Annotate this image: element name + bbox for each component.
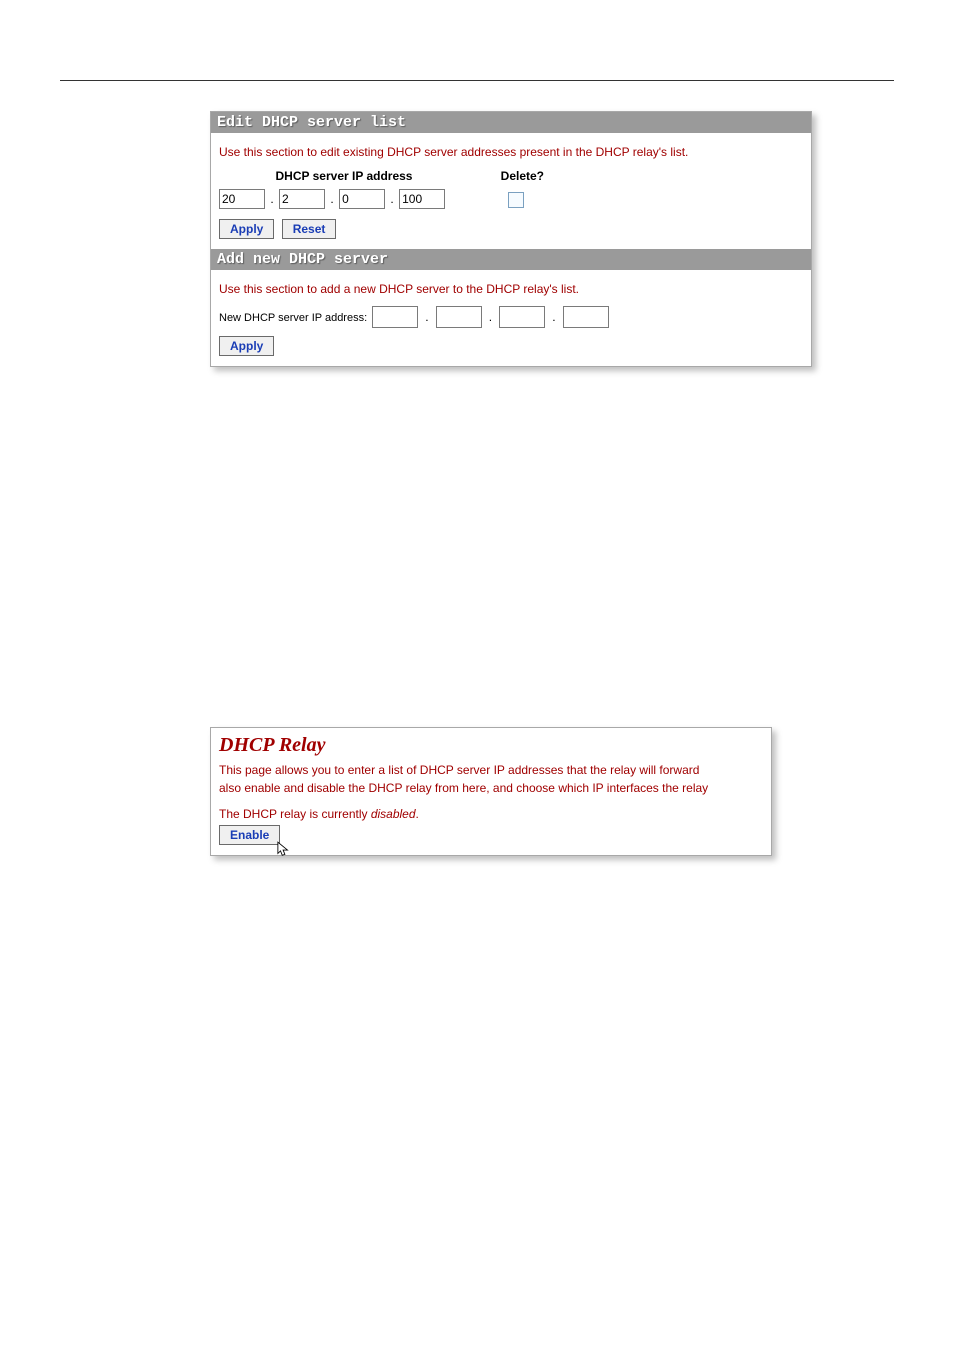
new-ip-octet-1-input[interactable] xyxy=(372,306,418,328)
add-section-header: Add new DHCP server xyxy=(211,249,811,270)
column-header-delete: Delete? xyxy=(472,169,572,183)
ip-dot: . xyxy=(552,310,555,324)
add-section-description: Use this section to add a new DHCP serve… xyxy=(219,282,803,296)
dhcp-relay-description-line2: also enable and disable the DHCP relay f… xyxy=(211,779,771,797)
new-dhcp-server-row: New DHCP server IP address: . . . xyxy=(219,306,803,328)
new-ip-octet-4-input[interactable] xyxy=(563,306,609,328)
ip-dot: . xyxy=(425,310,428,324)
dhcp-relay-title: DHCP Relay xyxy=(211,728,771,761)
edit-column-headers: DHCP server IP address Delete? xyxy=(219,169,803,183)
ip-octet-3-input[interactable] xyxy=(339,189,385,209)
edit-section-description: Use this section to edit existing DHCP s… xyxy=(219,145,803,159)
ip-dot: . xyxy=(270,192,273,206)
dhcp-server-row: . . . xyxy=(219,189,803,209)
reset-button[interactable]: Reset xyxy=(282,219,337,239)
edit-section-header: Edit DHCP server list xyxy=(211,112,811,133)
page-divider xyxy=(60,80,894,81)
edit-section-body: Use this section to edit existing DHCP s… xyxy=(211,133,811,249)
edit-button-row: Apply Reset xyxy=(219,219,803,239)
apply-button[interactable]: Apply xyxy=(219,219,274,239)
ip-octet-4-input[interactable] xyxy=(399,189,445,209)
enable-row: Enable xyxy=(211,823,771,855)
new-ip-octet-2-input[interactable] xyxy=(436,306,482,328)
enable-button[interactable]: Enable xyxy=(219,825,280,845)
ip-dot: . xyxy=(390,192,393,206)
add-section-body: Use this section to add a new DHCP serve… xyxy=(211,270,811,366)
dhcp-relay-status: The DHCP relay is currently disabled. xyxy=(211,805,771,823)
delete-checkbox[interactable] xyxy=(508,192,524,208)
new-ip-octet-3-input[interactable] xyxy=(499,306,545,328)
add-button-row: Apply xyxy=(219,336,803,356)
ip-octet-2-input[interactable] xyxy=(279,189,325,209)
new-ip-label: New DHCP server IP address: xyxy=(219,312,367,324)
ip-octet-1-input[interactable] xyxy=(219,189,265,209)
add-apply-button[interactable]: Apply xyxy=(219,336,274,356)
status-value: disabled xyxy=(371,807,416,821)
status-suffix: . xyxy=(416,807,419,821)
ip-dot: . xyxy=(489,310,492,324)
dhcp-relay-panel: DHCP Relay This page allows you to enter… xyxy=(210,727,772,856)
dhcp-relay-description-line1: This page allows you to enter a list of … xyxy=(211,761,771,779)
ip-dot: . xyxy=(330,192,333,206)
status-prefix: The DHCP relay is currently xyxy=(219,807,371,821)
column-header-ip: DHCP server IP address xyxy=(219,169,469,183)
dhcp-server-list-panel: Edit DHCP server list Use this section t… xyxy=(210,111,812,367)
